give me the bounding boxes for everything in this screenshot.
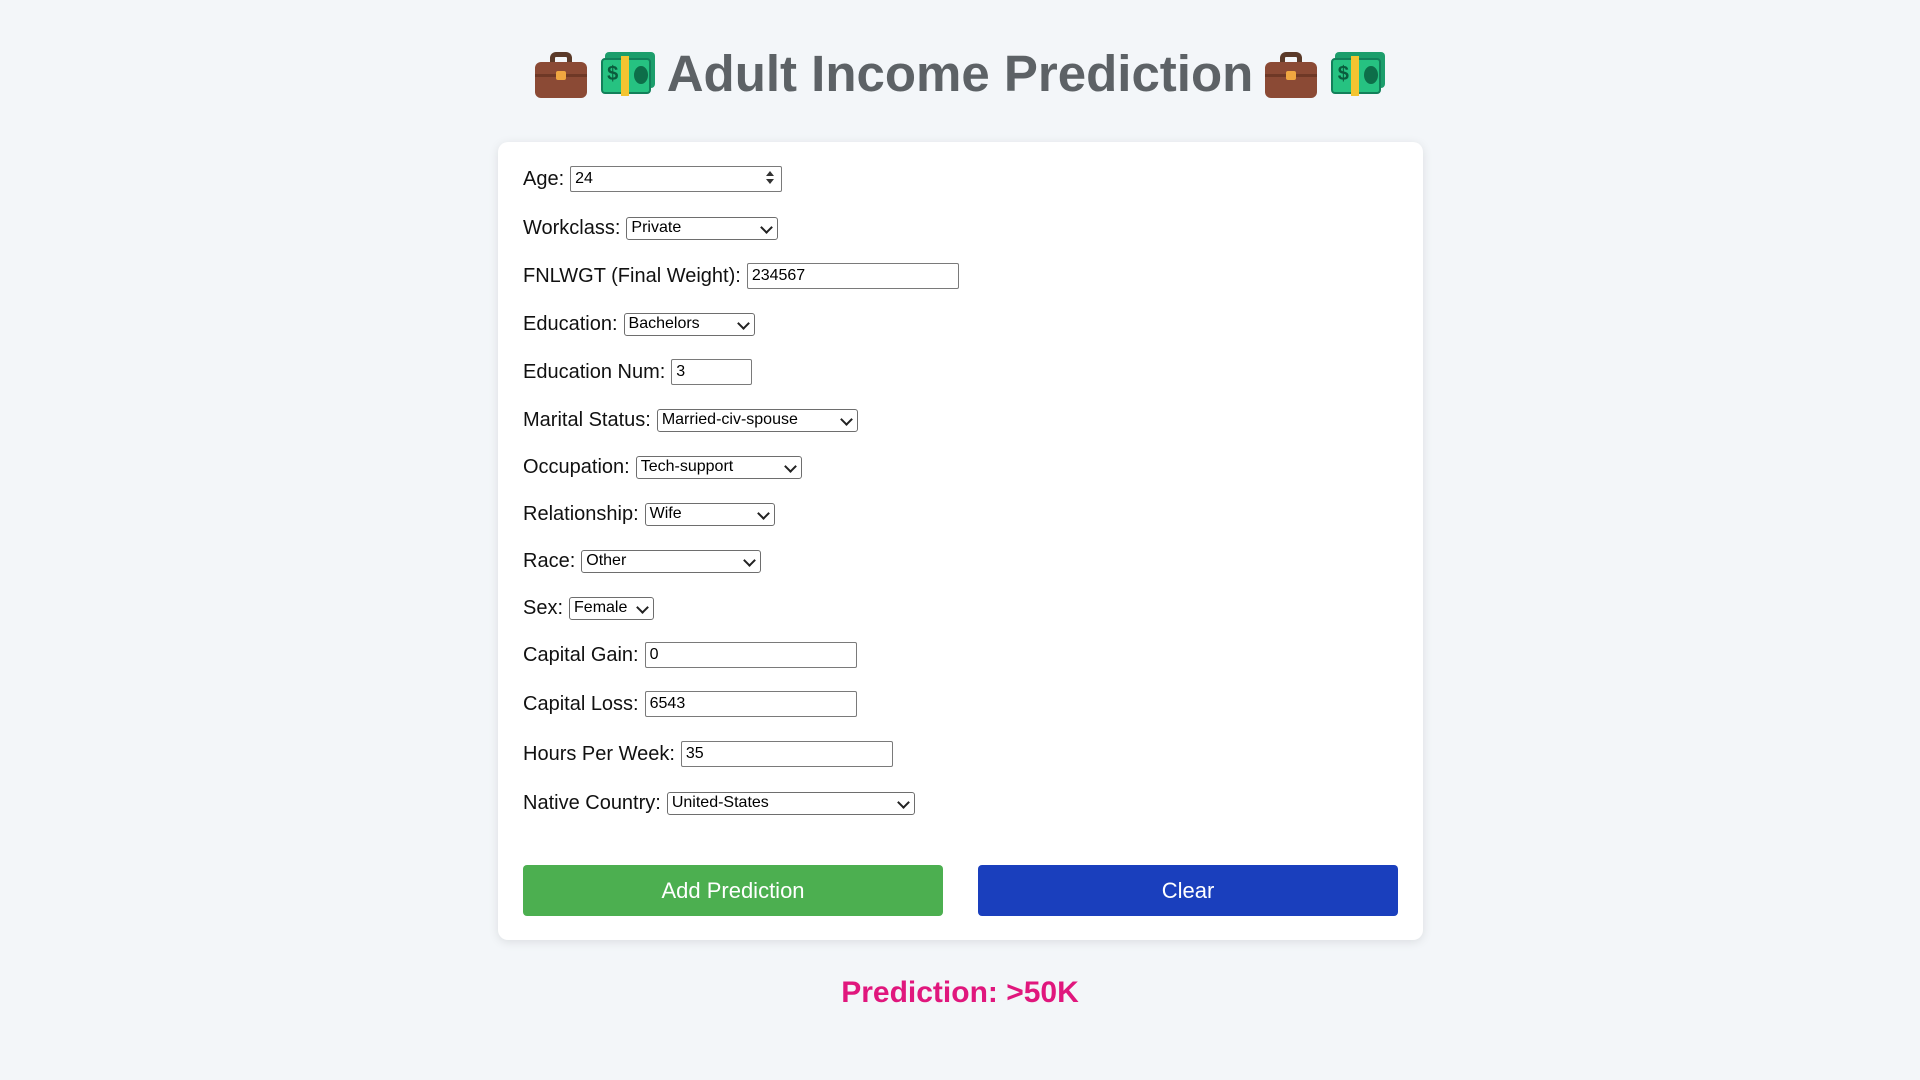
sex-select[interactable]: Female [569,596,655,620]
form-row-relationship: Relationship: Wife [523,500,775,528]
sex-value: Female [574,599,628,616]
briefcase-icon [534,50,587,98]
race-value: Other [586,552,627,569]
capital-loss-value: 6543 [649,695,686,712]
prediction-form-card: Age: 24 Workclass: Private FNLWGT (Final… [498,142,1423,940]
form-row-capital-gain: Capital Gain: 0 [523,641,857,669]
chevron-down-icon [783,459,797,473]
clear-button[interactable]: Clear [978,865,1398,916]
native-country-value: United-States [671,794,769,811]
form-row-education: Education: Bachelors [523,310,755,338]
education-num-value: 3 [676,363,686,380]
education-select[interactable]: Bachelors [623,312,755,336]
chevron-down-icon [756,506,770,520]
page: $ Adult Income Prediction $ Age: 24 Work… [0,0,1920,1080]
briefcase-icon [1265,50,1318,98]
capital-loss-input[interactable]: 6543 [644,691,857,717]
race-label: Race: [523,549,576,572]
hours-per-week-label: Hours Per Week: [523,742,675,765]
occupation-value: Tech-support [640,458,734,475]
sex-label: Sex: [523,596,564,619]
form-row-native-country: Native Country: United-States [523,789,915,817]
native-country-label: Native Country: [523,791,661,814]
form-row-age: Age: 24 [523,165,783,193]
workclass-value: Private [631,219,682,236]
education-label: Education: [523,312,618,335]
spinner-icon[interactable] [765,171,775,185]
money-icon: $ [600,52,655,96]
workclass-select[interactable]: Private [626,216,779,240]
form-row-marital-status: Marital Status: Married-civ-spouse [523,406,858,434]
fnlwgt-label: FNLWGT (Final Weight): [523,264,741,287]
education-value: Bachelors [628,315,700,332]
chevron-down-icon [896,795,910,809]
age-input[interactable]: 24 [570,166,783,192]
money-icon: $ [1331,52,1386,96]
add-prediction-button[interactable]: Add Prediction [523,865,943,916]
chevron-down-icon [736,316,750,330]
header-right-icons: $ [1265,50,1386,98]
chevron-down-icon [839,412,853,426]
marital-status-select[interactable]: Married-civ-spouse [656,408,858,432]
occupation-select[interactable]: Tech-support [635,455,802,479]
relationship-select[interactable]: Wife [644,502,775,526]
occupation-label: Occupation: [523,455,630,478]
race-select[interactable]: Other [581,549,762,573]
hours-per-week-input[interactable]: 35 [680,741,893,767]
age-label: Age: [523,167,565,190]
fnlwgt-input[interactable]: 234567 [746,263,959,289]
form-row-fnlwgt: FNLWGT (Final Weight): 234567 [523,262,959,290]
workclass-label: Workclass: [523,216,621,239]
hours-per-week-value: 35 [685,745,704,762]
page-title: Adult Income Prediction [666,45,1254,102]
chevron-down-icon [636,600,649,614]
header-left-icons: $ [534,50,655,98]
education-num-label: Education Num: [523,360,666,383]
age-value: 24 [575,170,593,187]
relationship-value: Wife [649,505,682,522]
form-row-hours-per-week: Hours Per Week: 35 [523,740,893,768]
capital-gain-label: Capital Gain: [523,643,639,666]
native-country-select[interactable]: United-States [666,791,915,815]
capital-gain-input[interactable]: 0 [644,642,857,668]
prediction-result: Prediction: >50K [841,976,1079,1009]
form-row-education-num: Education Num: 3 [523,358,753,386]
education-num-input[interactable]: 3 [671,359,753,385]
chevron-down-icon [743,553,757,567]
marital-status-value: Married-civ-spouse [661,411,798,428]
chevron-down-icon [760,220,774,234]
form-row-workclass: Workclass: Private [523,214,779,242]
form-row-sex: Sex: Female [523,594,655,622]
form-row-race: Race: Other [523,547,762,575]
capital-loss-label: Capital Loss: [523,692,639,715]
header: $ Adult Income Prediction $ [0,44,1920,104]
marital-status-label: Marital Status: [523,408,651,431]
relationship-label: Relationship: [523,502,639,525]
form-row-capital-loss: Capital Loss: 6543 [523,690,857,718]
capital-gain-value: 0 [649,646,659,663]
fnlwgt-value: 234567 [751,267,806,284]
form-row-occupation: Occupation: Tech-support [523,453,802,481]
